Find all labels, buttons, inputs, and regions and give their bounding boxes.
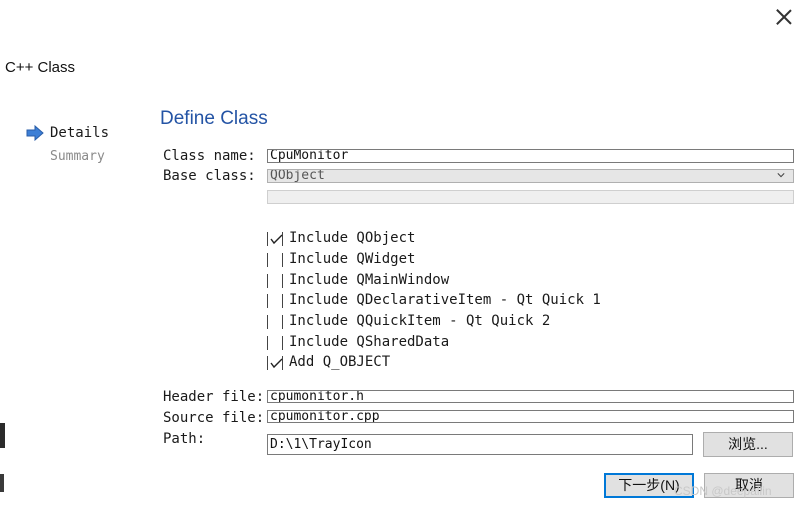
path-input[interactable]: D:\1\TrayIcon xyxy=(267,434,693,455)
option-label: Add Q_OBJECT xyxy=(289,354,391,370)
source-file-label: Source file: xyxy=(163,410,265,426)
arrow-right-icon xyxy=(26,125,44,141)
class-name-label: Class name: xyxy=(163,148,256,164)
step-details: Details xyxy=(50,125,110,141)
page-title: Define Class xyxy=(160,108,268,129)
checkbox[interactable] xyxy=(267,336,283,350)
checkmark-icon xyxy=(270,358,283,369)
checkbox[interactable] xyxy=(267,356,283,370)
source-file-input[interactable]: cpumonitor.cpp xyxy=(267,410,794,423)
type-information-field[interactable] xyxy=(267,190,794,204)
checkmark-icon xyxy=(270,234,283,245)
chevron-down-icon xyxy=(777,173,785,178)
base-class-value: QObject xyxy=(270,169,325,183)
checkbox[interactable] xyxy=(267,232,283,246)
option-label: Include QMainWindow xyxy=(289,272,450,288)
checkbox[interactable] xyxy=(267,253,283,267)
browse-button[interactable]: 浏览... xyxy=(703,432,793,457)
watermark: CSDN @deepallin xyxy=(674,484,772,498)
step-summary: Summary xyxy=(50,149,105,164)
base-class-label: Base class: xyxy=(163,168,256,184)
checkbox[interactable] xyxy=(267,274,283,288)
close-icon[interactable] xyxy=(770,4,798,32)
base-class-dropdown[interactable]: QObject xyxy=(267,169,794,183)
checkbox[interactable] xyxy=(267,315,283,329)
checkbox[interactable] xyxy=(267,294,283,308)
path-label: Path: xyxy=(163,431,206,447)
option-label: Include QSharedData xyxy=(289,334,450,350)
background-window-edge xyxy=(0,474,4,492)
wizard-title: C++ Class xyxy=(5,59,76,76)
option-label: Include QQuickItem - Qt Quick 2 xyxy=(289,313,551,329)
background-window-edge xyxy=(0,423,5,448)
class-name-input[interactable]: CpuMonitor xyxy=(267,149,794,163)
header-file-input[interactable]: cpumonitor.h xyxy=(267,390,794,403)
header-file-label: Header file: xyxy=(163,389,265,405)
option-label: Include QObject xyxy=(289,230,416,246)
background-window-edge xyxy=(0,0,4,14)
option-label: Include QDeclarativeItem - Qt Quick 1 xyxy=(289,292,601,308)
option-label: Include QWidget xyxy=(289,251,416,267)
